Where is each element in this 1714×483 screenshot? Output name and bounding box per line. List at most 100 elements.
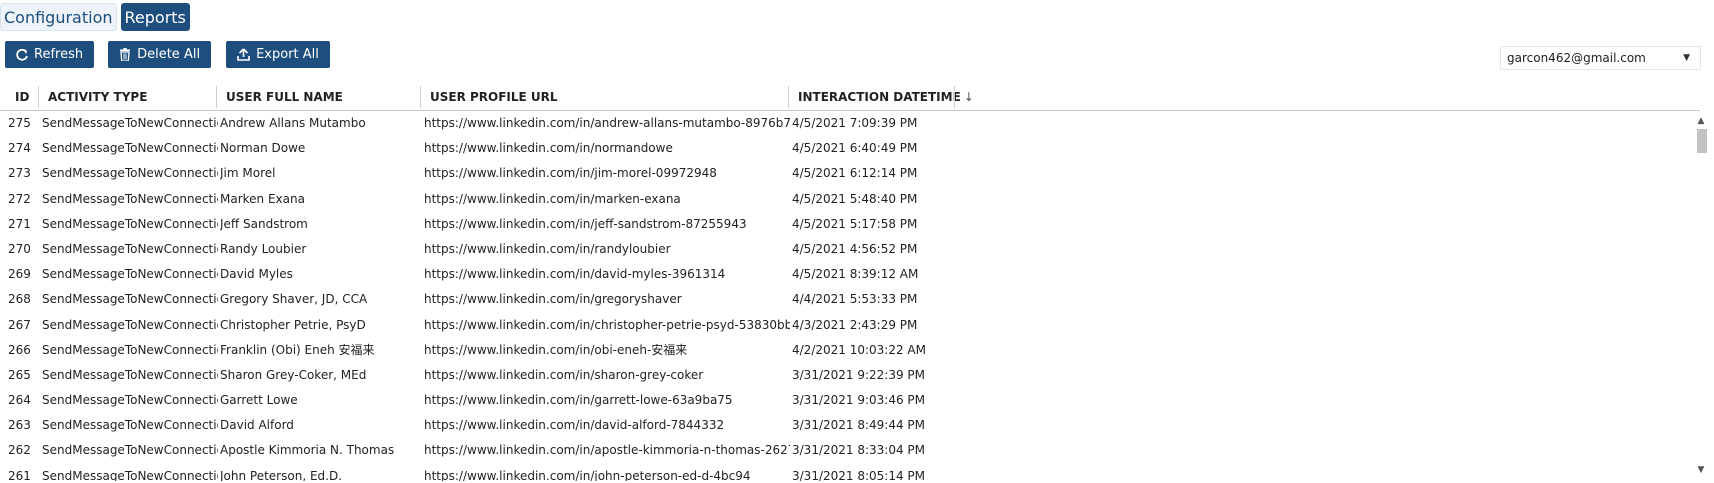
- cell-id: 261: [8, 468, 31, 481]
- cell-interaction-datetime: 4/3/2021 2:43:29 PM: [792, 317, 918, 332]
- cell-activity-type: SendMessageToNewConnection: [42, 393, 218, 408]
- export-icon: [237, 48, 250, 61]
- column-header-interaction-datetime[interactable]: INTERACTION DATETIME ↓: [798, 84, 974, 110]
- cell-user-full-name: David Alford: [220, 418, 294, 433]
- cell-user-full-name: Franklin (Obi) Eneh 安福来: [220, 342, 375, 357]
- cell-activity-type: SendMessageToNewConnection: [42, 191, 218, 206]
- cell-id: 271: [8, 216, 31, 231]
- vertical-scrollbar[interactable]: ▲ ▼: [1694, 112, 1708, 475]
- cell-user-full-name: Randy Loubier: [220, 241, 307, 256]
- cell-id: 274: [8, 141, 31, 156]
- export-all-label: Export All: [256, 47, 319, 62]
- cell-interaction-datetime: 3/31/2021 8:05:14 PM: [792, 468, 926, 481]
- sort-descending-icon: ↓: [963, 90, 974, 104]
- cell-id: 262: [8, 443, 31, 458]
- account-select[interactable]: garcon462@gmail.com ▼: [1500, 46, 1701, 70]
- table-row[interactable]: 272 SendMessageToNewConnection Marken Exan…: [0, 187, 1690, 212]
- cell-interaction-datetime: 4/2/2021 10:03:22 AM: [792, 342, 926, 357]
- column-header-user-profile-url[interactable]: USER PROFILE URL: [430, 84, 558, 110]
- cell-user-full-name: Norman Dowe: [220, 141, 306, 156]
- tab-bar: Configuration Reports: [0, 3, 190, 31]
- cell-activity-type: SendMessageToNewConnection: [42, 141, 218, 156]
- cell-user-profile-url: https://www.linkedin.com/in/andrew-allan…: [424, 116, 790, 130]
- table-row[interactable]: 274 SendMessageToNewConnection Norman Dowe…: [0, 136, 1690, 161]
- cell-activity-type: SendMessageToNewConnection: [42, 116, 218, 130]
- cell-user-full-name: David Myles: [220, 267, 293, 282]
- cell-user-profile-url: https://www.linkedin.com/in/garrett-lowe…: [424, 393, 733, 408]
- cell-user-full-name: Andrew Allans Mutambo: [220, 116, 366, 130]
- table-row[interactable]: 270 SendMessageToNewConnection Randy Loubi…: [0, 237, 1690, 262]
- cell-activity-type: SendMessageToNewConnection: [42, 367, 218, 382]
- scrollbar-thumb[interactable]: [1697, 129, 1707, 153]
- column-header-user-full-name[interactable]: USER FULL NAME: [226, 84, 343, 110]
- cell-user-profile-url: https://www.linkedin.com/in/david-myles-…: [424, 267, 726, 282]
- table-row[interactable]: 269 SendMessageToNewConnection David Myles…: [0, 262, 1690, 287]
- cell-activity-type: SendMessageToNewConnection: [42, 166, 218, 181]
- cell-id: 270: [8, 241, 31, 256]
- column-header-activity-type[interactable]: ACTIVITY TYPE: [48, 84, 147, 110]
- chevron-down-icon: ▼: [1683, 53, 1690, 63]
- table-body: 275 SendMessageToNewConnection Andrew Alla…: [0, 111, 1690, 481]
- refresh-label: Refresh: [34, 47, 84, 62]
- cell-interaction-datetime: 4/5/2021 8:39:12 AM: [792, 267, 919, 282]
- toolbar: Refresh Delete All Export All: [5, 41, 330, 68]
- cell-activity-type: SendMessageToNewConnection: [42, 468, 218, 481]
- column-resizer[interactable]: [954, 86, 955, 108]
- column-header-id[interactable]: ID: [15, 84, 29, 110]
- cell-user-full-name: Christopher Petrie, PsyD: [220, 317, 366, 332]
- table-row[interactable]: 266 SendMessageToNewConnection Franklin (O…: [0, 338, 1690, 363]
- cell-user-full-name: Garrett Lowe: [220, 393, 298, 408]
- table-row[interactable]: 264 SendMessageToNewConnection Garrett Low…: [0, 388, 1690, 413]
- table-row[interactable]: 267 SendMessageToNewConnection Christopher…: [0, 313, 1690, 338]
- cell-user-full-name: Marken Exana: [220, 191, 305, 206]
- cell-interaction-datetime: 4/5/2021 6:40:49 PM: [792, 141, 918, 156]
- cell-activity-type: SendMessageToNewConnection: [42, 292, 218, 307]
- scroll-down-icon[interactable]: ▼: [1694, 464, 1708, 476]
- column-resizer[interactable]: [216, 86, 217, 108]
- cell-activity-type: SendMessageToNewConnection: [42, 342, 218, 357]
- table-row[interactable]: 273 SendMessageToNewConnection Jim Morel ht…: [0, 161, 1690, 186]
- table-row[interactable]: 263 SendMessageToNewConnection David Alfor…: [0, 413, 1690, 438]
- cell-id: 273: [8, 166, 31, 181]
- export-all-button[interactable]: Export All: [226, 41, 330, 68]
- cell-user-profile-url: https://www.linkedin.com/in/obi-eneh-安福来: [424, 342, 688, 357]
- cell-user-profile-url: https://www.linkedin.com/in/john-peterso…: [424, 468, 751, 481]
- table-row[interactable]: 261 SendMessageToNewConnection John Peters…: [0, 464, 1690, 481]
- table-row[interactable]: 262 SendMessageToNewConnection Apostle Kim…: [0, 438, 1690, 463]
- cell-id: 269: [8, 267, 31, 282]
- scroll-up-icon[interactable]: ▲: [1694, 115, 1708, 127]
- cell-activity-type: SendMessageToNewConnection: [42, 443, 218, 458]
- cell-id: 266: [8, 342, 31, 357]
- cell-user-profile-url: https://www.linkedin.com/in/david-alford…: [424, 418, 725, 433]
- trash-icon: [119, 48, 131, 61]
- cell-interaction-datetime: 4/5/2021 5:17:58 PM: [792, 216, 918, 231]
- refresh-button[interactable]: Refresh: [5, 41, 95, 68]
- cell-interaction-datetime: 3/31/2021 9:03:46 PM: [792, 393, 926, 408]
- cell-activity-type: SendMessageToNewConnection: [42, 317, 218, 332]
- cell-user-profile-url: https://www.linkedin.com/in/apostle-kimm…: [424, 443, 790, 458]
- cell-interaction-datetime: 3/31/2021 9:22:39 PM: [792, 367, 926, 382]
- table-row[interactable]: 271 SendMessageToNewConnection Jeff Sandst…: [0, 212, 1690, 237]
- cell-user-full-name: Gregory Shaver, JD, CCA: [220, 292, 368, 307]
- cell-id: 272: [8, 191, 31, 206]
- cell-user-profile-url: https://www.linkedin.com/in/sharon-grey-…: [424, 367, 704, 382]
- delete-all-button[interactable]: Delete All: [108, 41, 212, 68]
- column-resizer[interactable]: [788, 86, 789, 108]
- cell-user-full-name: Sharon Grey-Coker, MEd: [220, 367, 367, 382]
- table-row[interactable]: 268 SendMessageToNewConnection Gregory Sha…: [0, 287, 1690, 312]
- cell-interaction-datetime: 4/5/2021 4:56:52 PM: [792, 241, 918, 256]
- cell-user-profile-url: https://www.linkedin.com/in/christopher-…: [424, 317, 790, 332]
- cell-id: 275: [8, 116, 31, 130]
- cell-user-profile-url: https://www.linkedin.com/in/gregoryshave…: [424, 292, 682, 307]
- tab-reports[interactable]: Reports: [120, 3, 190, 31]
- column-resizer[interactable]: [38, 86, 39, 108]
- cell-user-profile-url: https://www.linkedin.com/in/jim-morel-09…: [424, 166, 717, 181]
- cell-id: 263: [8, 418, 31, 433]
- table-row[interactable]: 265 SendMessageToNewConnection Sharon Grey…: [0, 363, 1690, 388]
- column-header-interaction-datetime-label: INTERACTION DATETIME: [798, 90, 961, 104]
- column-resizer[interactable]: [420, 86, 421, 108]
- cell-activity-type: SendMessageToNewConnection: [42, 418, 218, 433]
- tab-configuration[interactable]: Configuration: [0, 3, 117, 31]
- cell-interaction-datetime: 3/31/2021 8:49:44 PM: [792, 418, 926, 433]
- table-row[interactable]: 275 SendMessageToNewConnection Andrew Alla…: [0, 111, 1690, 136]
